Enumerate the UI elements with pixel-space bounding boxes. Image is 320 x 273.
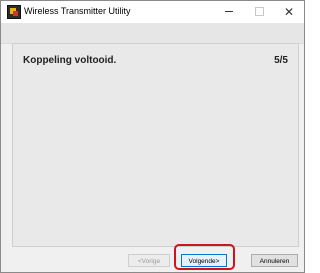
minimize-button[interactable] (214, 1, 244, 23)
title-bar[interactable]: Wireless Transmitter Utility ✕ (1, 1, 304, 23)
content-panel: Koppeling voltooid. 5/5 (12, 43, 299, 247)
cancel-button[interactable]: Annuleren (251, 254, 298, 267)
close-button[interactable]: ✕ (274, 1, 304, 23)
close-icon: ✕ (283, 5, 295, 19)
maximize-button[interactable] (244, 1, 274, 23)
header-banner (1, 23, 304, 44)
page-heading: Koppeling voltooid. (23, 55, 117, 66)
next-button-highlight (174, 244, 235, 270)
back-button[interactable]: <Vorige (128, 254, 170, 267)
app-icon (7, 5, 21, 19)
window-title: Wireless Transmitter Utility (24, 6, 131, 16)
app-window: Wireless Transmitter Utility ✕ Koppeling… (0, 0, 305, 273)
maximize-icon (254, 6, 264, 16)
minimize-icon (225, 10, 233, 12)
step-indicator: 5/5 (274, 55, 288, 66)
